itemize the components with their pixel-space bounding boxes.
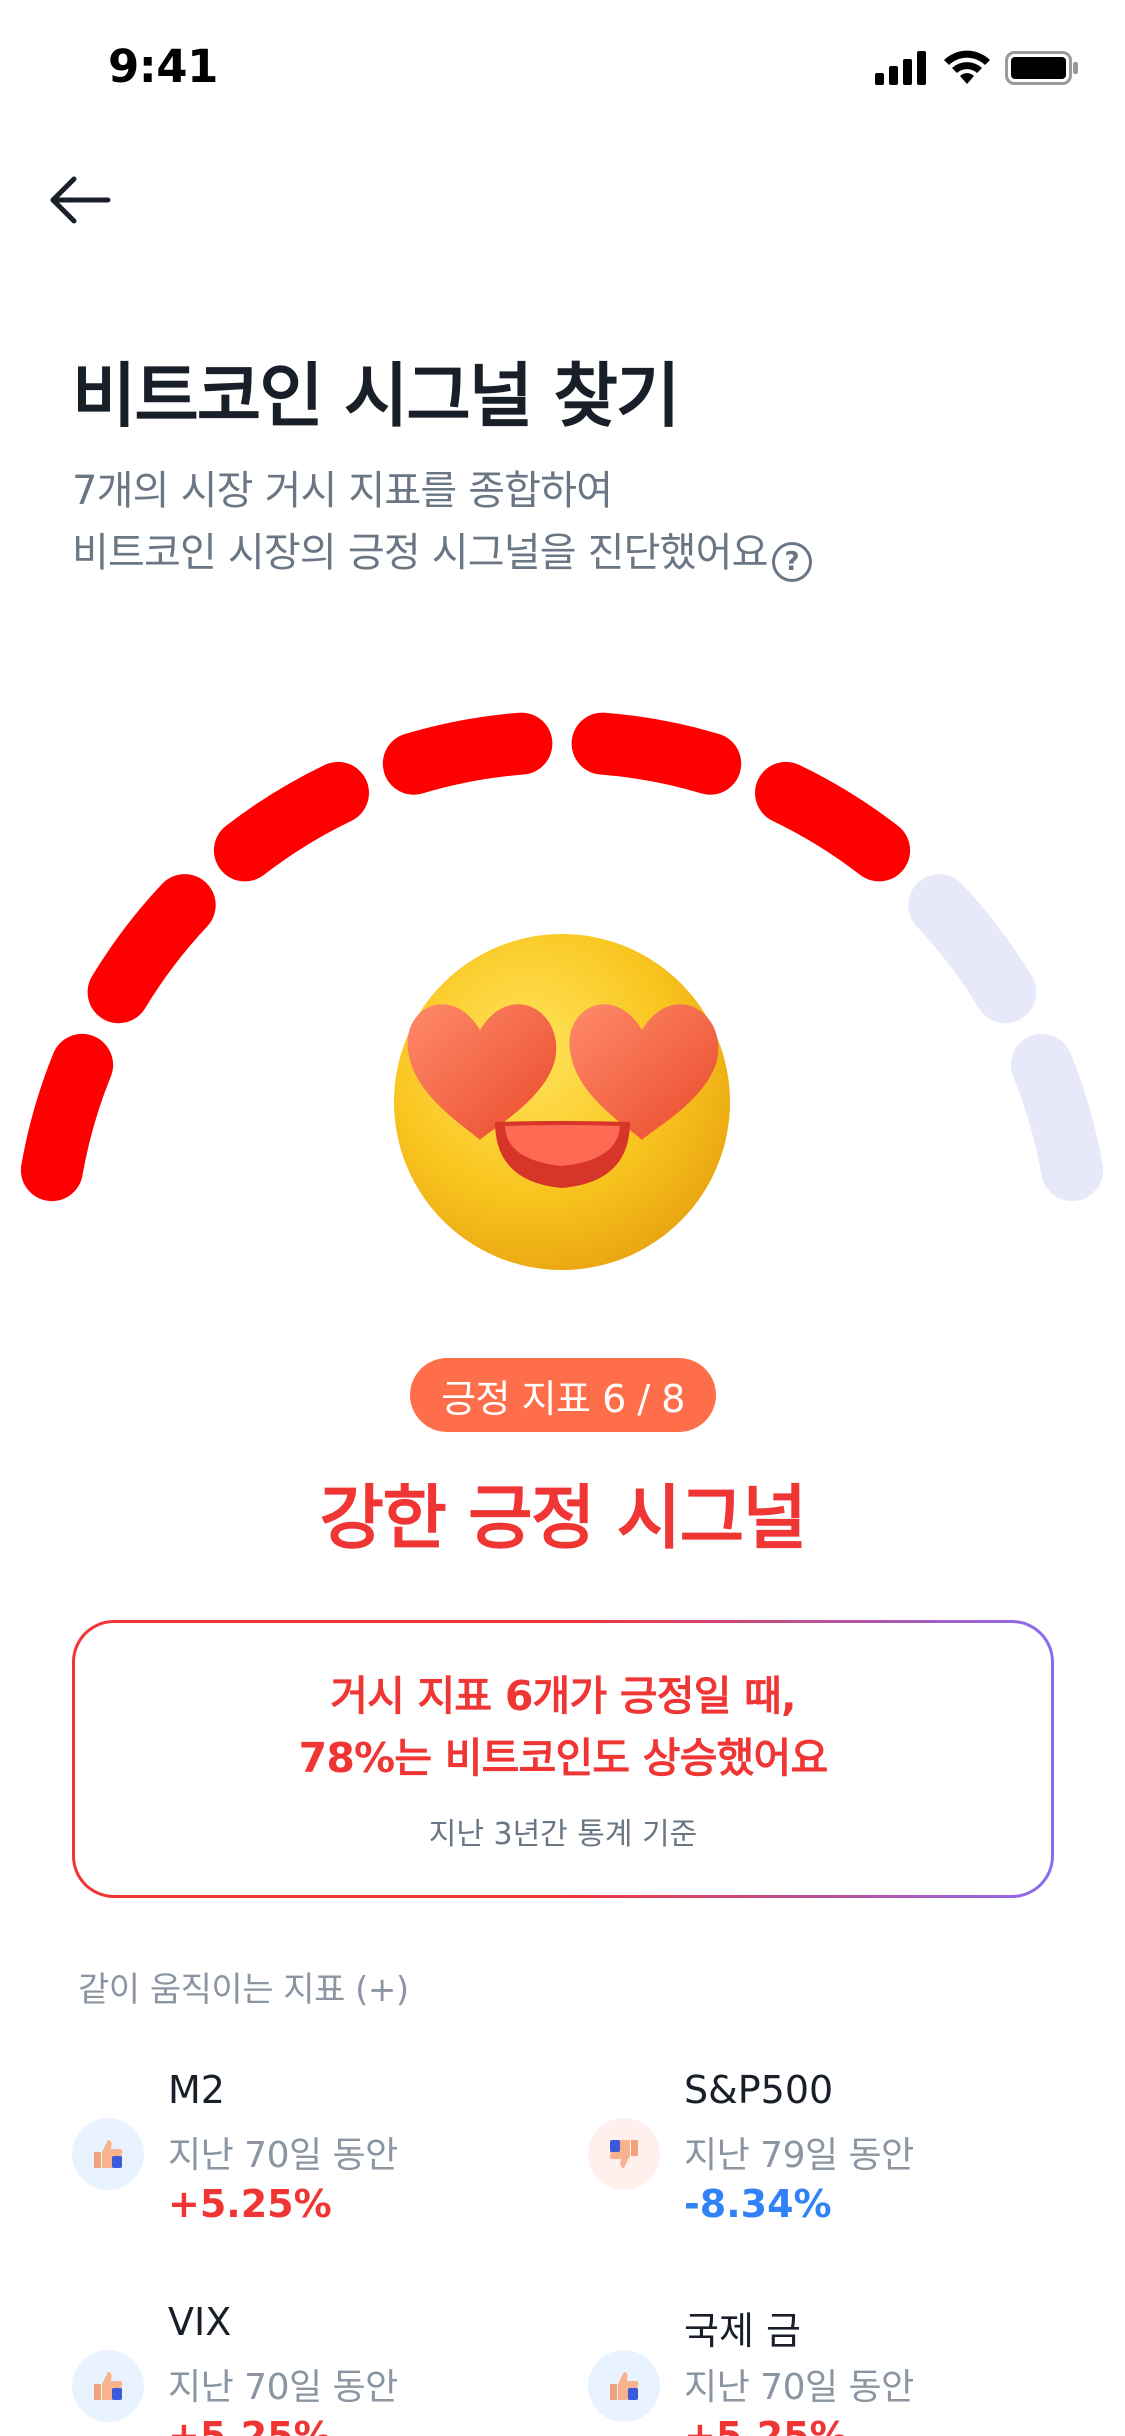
thumbs-down-icon — [588, 2118, 660, 2190]
card-note: 지난 3년간 통계 기준 — [428, 1817, 698, 1852]
status-icons — [875, 50, 1079, 86]
status-bar: 9:41 — [0, 0, 1125, 132]
gauge-segment-filled — [20, 1033, 114, 1202]
indicator-sp500[interactable]: S&P500 지난 79일 동안 -8.34% — [588, 2068, 1068, 2258]
subtitle-line-2-text: 비트코인 시장의 긍정 시그널을 진단했어요 — [72, 530, 768, 576]
indicator-gold[interactable]: 국제 금 지난 70일 동안 +5.25% — [588, 2300, 1068, 2436]
gauge-segment-filled — [571, 712, 742, 795]
indicator-m2[interactable]: M2 지난 70일 동안 +5.25% — [72, 2068, 552, 2258]
subtitle: 7개의 시장 거시 지표를 종합하여 비트코인 시장의 긍정 시그널을 진단했어… — [72, 460, 812, 584]
back-button[interactable] — [40, 160, 120, 240]
thumbs-up-icon — [588, 2350, 660, 2422]
gauge-segment-empty — [1010, 1033, 1104, 1202]
help-icon[interactable]: ? — [771, 542, 812, 582]
indicator-change: +5.25% — [168, 2414, 332, 2436]
subtitle-line-1: 7개의 시장 거시 지표를 종합하여 — [72, 468, 613, 514]
indicator-change: +5.25% — [168, 2182, 332, 2226]
heart-eyes-face-icon — [394, 934, 730, 1270]
signal-gauge — [20, 712, 1104, 1270]
status-time: 9:41 — [108, 40, 218, 93]
gauge-segment-filled — [87, 874, 216, 1024]
subtitle-line-2: 비트코인 시장의 긍정 시그널을 진단했어요? — [72, 522, 812, 584]
indicator-name: M2 — [168, 2068, 225, 2112]
info-card: 거시 지표 6개가 긍정일 때, 78%는 비트코인도 상승했어요 지난 3년간… — [72, 1620, 1054, 1898]
card-line-1: 거시 지표 6개가 긍정일 때, — [330, 1672, 796, 1720]
gauge-segment-filled — [382, 712, 553, 795]
positive-count-badge: 긍정 지표 6 / 8 — [410, 1358, 716, 1432]
indicator-period: 지난 70일 동안 — [168, 2367, 398, 2408]
indicator-period: 지난 70일 동안 — [684, 2367, 914, 2408]
thumbs-up-icon — [72, 2350, 144, 2422]
arrow-left-icon — [50, 176, 111, 224]
gauge-segment-filled — [213, 761, 369, 882]
gauge-segment-empty — [908, 874, 1037, 1024]
wifi-icon — [944, 50, 990, 84]
cellular-signal-icon — [875, 51, 926, 85]
indicator-change: -8.34% — [684, 2182, 832, 2226]
indicator-vix[interactable]: VIX 지난 70일 동안 +5.25% — [72, 2300, 552, 2436]
indicator-period: 지난 70일 동안 — [168, 2135, 398, 2176]
indicator-name: VIX — [168, 2300, 232, 2344]
info-card-body: 거시 지표 6개가 긍정일 때, 78%는 비트코인도 상승했어요 지난 3년간… — [75, 1623, 1051, 1895]
indicator-period: 지난 79일 동안 — [684, 2135, 914, 2176]
card-line-2: 78%는 비트코인도 상승했어요 — [298, 1734, 829, 1782]
indicator-change: +5.25% — [684, 2414, 848, 2436]
thumbs-up-icon — [72, 2118, 144, 2190]
gauge-segment-filled — [755, 761, 911, 882]
signal-title: 강한 긍정 시그널 — [319, 1477, 807, 1559]
indicator-name: S&P500 — [684, 2068, 834, 2112]
battery-icon — [1005, 51, 1078, 85]
indicator-name: 국제 금 — [684, 2309, 801, 2353]
page-title: 비트코인 시그널 찾기 — [72, 355, 680, 437]
section-label: 같이 움직이는 지표 (+) — [78, 1970, 409, 2010]
